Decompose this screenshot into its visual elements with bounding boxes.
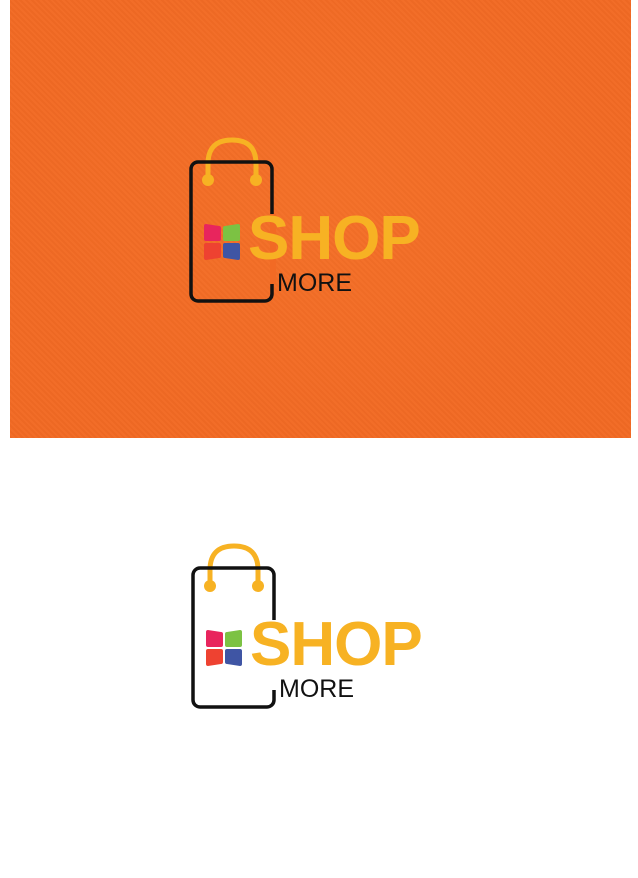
logo-word-shop: SHOP: [250, 610, 423, 679]
four-color-tiles-icon: [206, 630, 242, 666]
bag-handle: [207, 543, 261, 589]
bag-handle-right-dot: [250, 174, 262, 186]
bag-handle-left-dot: [202, 174, 214, 186]
artboard: SHOP MORE SHOP MORE: [0, 0, 638, 878]
four-color-tiles-icon: [204, 224, 240, 260]
shop-more-logo-on-orange: SHOP MORE: [186, 134, 456, 309]
logo-word-more: MORE: [277, 269, 352, 297]
bag-handle-left-dot: [204, 580, 216, 592]
logo-word-more: MORE: [279, 675, 354, 703]
logo-word-shop: SHOP: [248, 204, 421, 273]
shop-more-logo-on-white: SHOP MORE: [188, 540, 458, 715]
bag-handle-right-dot: [252, 580, 264, 592]
bag-handle: [205, 137, 259, 183]
